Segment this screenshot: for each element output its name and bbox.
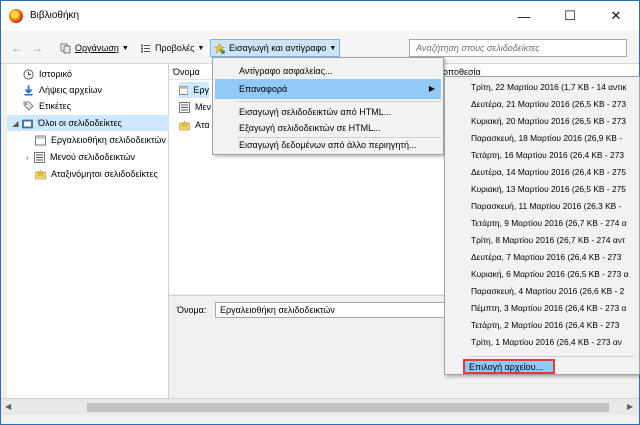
- import-backup-label: Εισαγωγή και αντίγραφο: [229, 43, 327, 53]
- restore-backup-item[interactable]: Τρίτη, 22 Μαρτίου 2016 (1,7 KB - 14 αντι…: [447, 78, 639, 95]
- sidebar-tree: Ιστορικό Λήψεις αρχείων Ετικέτες ◢ Όλοι …: [7, 64, 169, 398]
- star-folder-icon: [35, 168, 46, 179]
- sidebar-item-unsorted-bookmarks[interactable]: Αταξινόμητοι σελιδοδείκτες: [7, 166, 169, 182]
- scrollbar-thumb[interactable]: [87, 403, 609, 412]
- chevron-down-icon: ▼: [329, 44, 337, 52]
- restore-backup-item[interactable]: Δευτέρα, 21 Μαρτίου 2016 (26,5 KB - 273: [447, 95, 639, 112]
- chevron-down-icon: ▼: [197, 44, 205, 52]
- column-header-name[interactable]: Όνομα: [173, 67, 200, 77]
- restore-backup-item[interactable]: Τετάρτη, 2 Μαρτίου 2016 (26,4 KB - 273: [447, 316, 639, 333]
- sidebar-item-bookmarks-toolbar[interactable]: Εργαλειοθήκη σελιδοδεικτών: [7, 132, 169, 148]
- restore-backup-item[interactable]: Κυριακή, 13 Μαρτίου 2016 (26,5 KB - 275: [447, 180, 639, 197]
- list-item[interactable]: Μεν: [179, 99, 211, 115]
- toolbar-icon: [179, 85, 189, 95]
- title-bar: Βιβλιοθήκη — ☐ ✕: [1, 1, 639, 31]
- restore-backup-item[interactable]: Τετάρτη, 9 Μαρτίου 2016 (26,7 KB - 274 α: [447, 214, 639, 231]
- toolbar-icon: [35, 135, 46, 145]
- restore-backup-item[interactable]: Τρίτη, 8 Μαρτίου 2016 (26,7 KB - 274 αντ: [447, 231, 639, 248]
- maximize-button[interactable]: ☐: [547, 1, 593, 31]
- views-label: Προβολές: [155, 43, 195, 53]
- minimize-button[interactable]: —: [501, 1, 547, 31]
- choose-file-menu-item[interactable]: Επιλογή αρχείου...: [463, 359, 555, 374]
- scroll-left-icon[interactable]: ◀: [5, 402, 11, 411]
- scroll-right-icon[interactable]: ▶: [627, 402, 633, 411]
- list-item-label: Ατα: [195, 120, 210, 130]
- chevron-right-icon: ▶: [428, 84, 435, 93]
- clock-icon: [23, 68, 34, 80]
- menu-item-restore-label: Επαναφορά: [239, 84, 288, 94]
- star-folder-icon: [179, 119, 190, 130]
- list-item[interactable]: Εργ: [179, 82, 209, 98]
- sidebar-item-tags[interactable]: Ετικέτες: [7, 98, 169, 114]
- horizontal-scrollbar[interactable]: ◀ ▶: [1, 398, 639, 415]
- close-button[interactable]: ✕: [593, 1, 639, 31]
- import-star-icon: [214, 42, 225, 54]
- window-title: Βιβλιοθήκη: [30, 10, 80, 21]
- chevron-right-icon[interactable]: ›: [23, 153, 32, 162]
- menu-icon: [179, 101, 190, 113]
- sidebar-item-history[interactable]: Ιστορικό: [7, 66, 169, 82]
- download-icon: [24, 85, 33, 95]
- sidebar-item-label: Μενού σελιδοδεικτών: [50, 152, 135, 162]
- organize-label: Οργάνωση: [75, 43, 119, 53]
- sidebar-item-label: Εργαλειοθήκη σελιδοδεικτών: [51, 135, 166, 145]
- firefox-logo-icon: [9, 9, 23, 23]
- menu-item-import-other-browser[interactable]: Εισαγωγή δεδομένων από άλλο περιηγητή...: [215, 135, 441, 155]
- sidebar-item-all-bookmarks[interactable]: ◢ Όλοι οι σελιδοδείκτες: [7, 115, 169, 131]
- restore-backup-item[interactable]: Παρασκευή, 4 Μαρτίου 2016 (26,6 KB - 2: [447, 282, 639, 299]
- import-backup-button[interactable]: Εισαγωγή και αντίγραφο ▼: [210, 39, 341, 57]
- list-item-label: Εργ: [193, 85, 209, 95]
- restore-backup-item[interactable]: Πέμπτη, 3 Μαρτίου 2016 (26,4 KB - 273 α: [447, 299, 639, 316]
- list-item[interactable]: Ατα: [179, 117, 210, 133]
- sidebar-item-label: Λήψεις αρχείων: [39, 85, 102, 95]
- views-button[interactable]: Προβολές ▼: [137, 39, 207, 57]
- menu-item-backup[interactable]: Αντίγραφο ασφαλείας...: [215, 61, 441, 81]
- sidebar-item-label: Αταξινόμητοι σελιδοδείκτες: [51, 169, 158, 179]
- sidebar-item-label: Όλοι οι σελιδοδείκτες: [38, 118, 122, 128]
- menu-item-restore[interactable]: Επαναφορά ▶: [215, 79, 441, 99]
- chevron-down-icon: ▼: [121, 44, 129, 52]
- sidebar-item-label: Ετικέτες: [39, 101, 71, 111]
- chevron-down-icon[interactable]: ◢: [11, 119, 20, 128]
- restore-submenu: Τρίτη, 22 Μαρτίου 2016 (1,7 KB - 14 αντι…: [444, 76, 640, 375]
- sidebar-item-label: Ιστορικό: [39, 69, 73, 79]
- menu-icon: [34, 151, 45, 163]
- restore-backup-item[interactable]: Κυριακή, 20 Μαρτίου 2016 (26,5 KB - 273: [447, 112, 639, 129]
- sidebar-item-downloads[interactable]: Λήψεις αρχείων: [7, 82, 169, 98]
- sidebar-item-bookmarks-menu[interactable]: › Μενού σελιδοδεικτών: [7, 149, 169, 165]
- restore-backup-item[interactable]: Τρίτη, 1 Μαρτίου 2016 (26,4 KB - 273 αν: [447, 333, 639, 350]
- search-input[interactable]: Αναζήτηση στους σελιδοδείκτες: [409, 39, 627, 57]
- organize-button[interactable]: Οργάνωση ▼: [57, 39, 132, 57]
- views-list-icon: [141, 44, 150, 52]
- restore-backup-item[interactable]: Κυριακή, 6 Μαρτίου 2016 (26,5 KB - 273 α: [447, 265, 639, 282]
- restore-backup-item[interactable]: Δευτέρα, 7 Μαρτίου 2016 (26,4 KB - 273: [447, 248, 639, 265]
- menu-separator: [469, 356, 635, 357]
- bookmarks-folder-icon: [22, 119, 33, 128]
- back-arrow-icon[interactable]: ←: [11, 41, 23, 55]
- organize-icon: [60, 43, 71, 53]
- list-item-label: Μεν: [195, 102, 212, 112]
- forward-arrow-icon[interactable]: →: [31, 41, 43, 55]
- restore-backup-item[interactable]: Παρασκευή, 18 Μαρτίου 2016 (26,9 KB -: [447, 129, 639, 146]
- name-label: Όνομα:: [177, 305, 207, 315]
- tag-icon: [23, 101, 34, 111]
- import-backup-menu: Αντίγραφο ασφαλείας... Επαναφορά ▶ Εισαγ…: [212, 57, 444, 155]
- restore-backup-item[interactable]: Δευτέρα, 14 Μαρτίου 2016 (26,4 KB - 275: [447, 163, 639, 180]
- restore-backup-item[interactable]: Τετάρτη, 16 Μαρτίου 2016 (26,4 KB - 273: [447, 146, 639, 163]
- restore-backup-item[interactable]: Παρασκευή, 11 Μαρτίου 2016 (26,3 KB -: [447, 197, 639, 214]
